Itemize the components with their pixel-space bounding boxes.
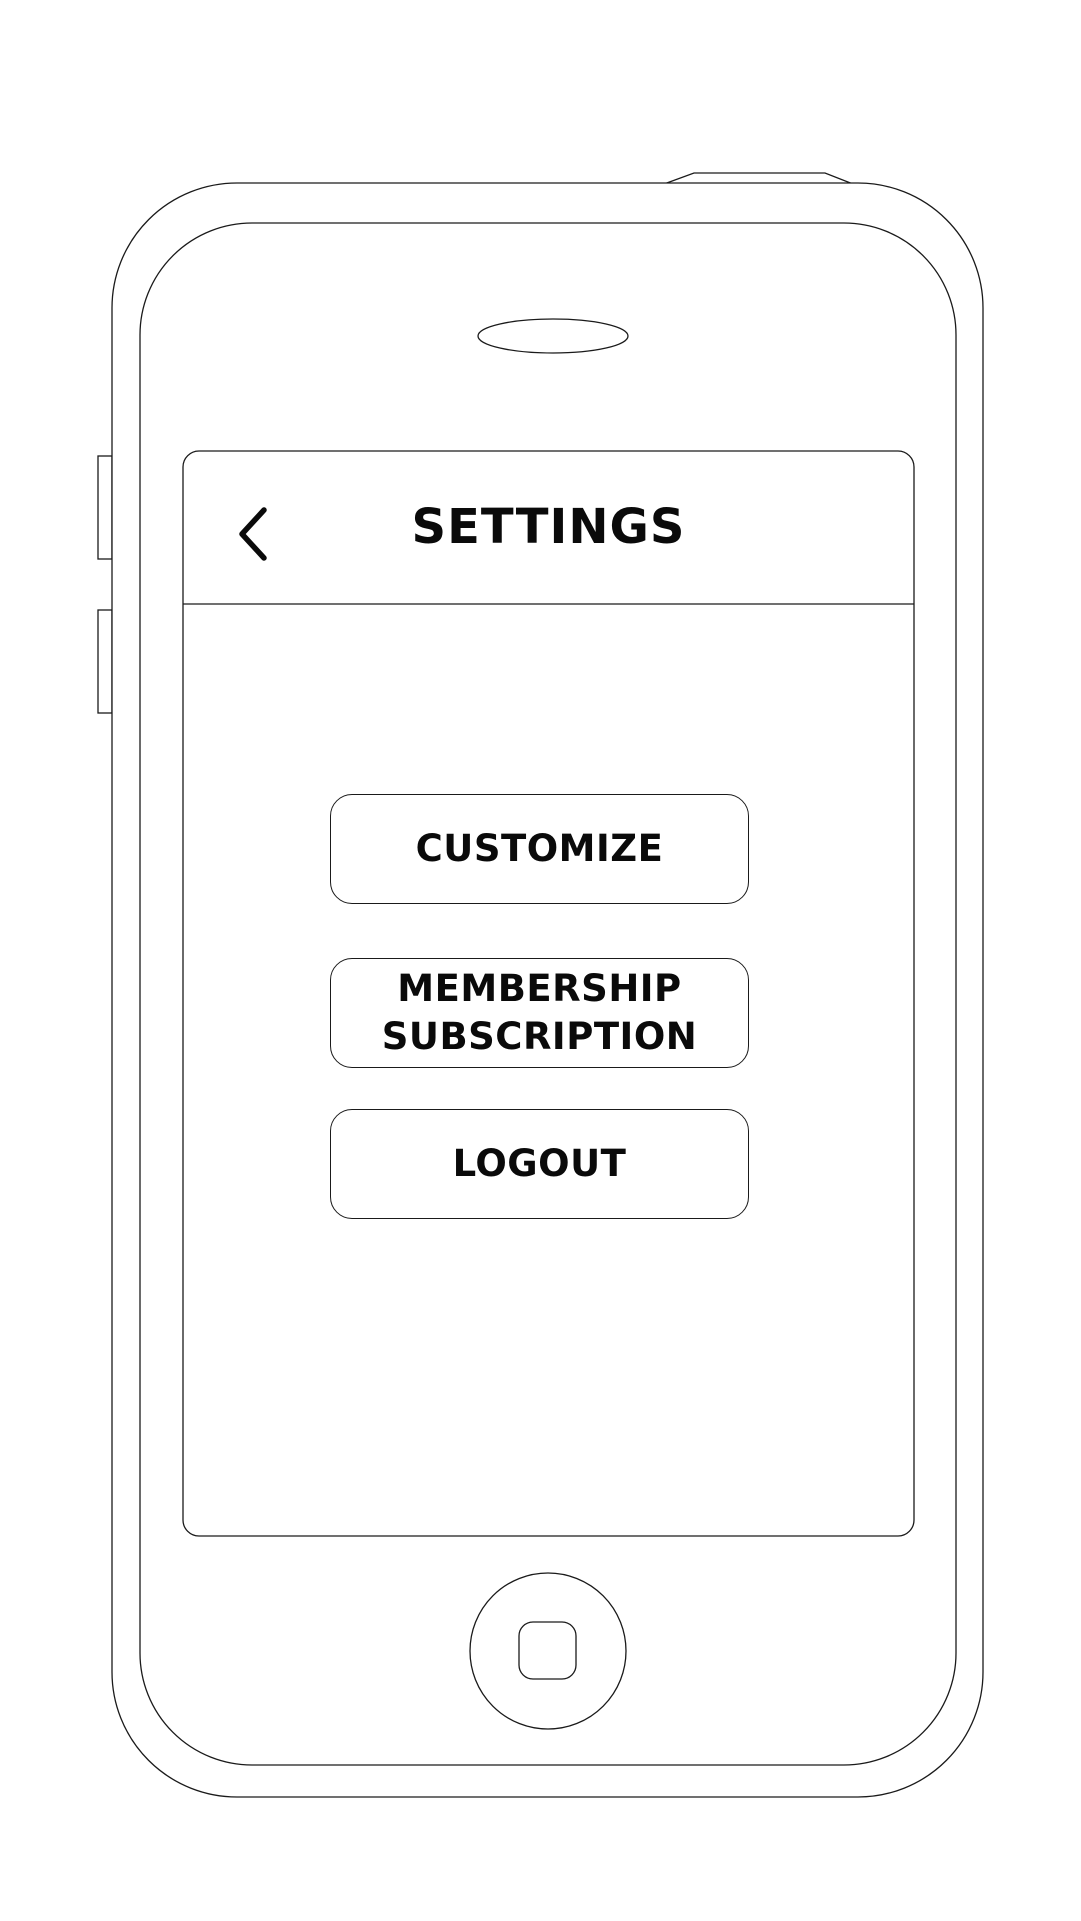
earpiece-slot	[477, 318, 629, 354]
home-button-ring	[469, 1572, 627, 1730]
wireframe-canvas: SETTINGS CUSTOMIZE MEMBERSHIP SUBSCRIPTI…	[0, 0, 1081, 1921]
settings-screen: SETTINGS CUSTOMIZE MEMBERSHIP SUBSCRIPTI…	[183, 451, 914, 1536]
membership-subscription-button[interactable]: MEMBERSHIP SUBSCRIPTION	[330, 958, 749, 1068]
power-button	[663, 172, 854, 185]
volume-down-button	[97, 609, 113, 714]
customize-button[interactable]: CUSTOMIZE	[330, 794, 749, 904]
home-button-icon	[518, 1621, 577, 1680]
logout-button[interactable]: LOGOUT	[330, 1109, 749, 1219]
navigation-bar: SETTINGS	[183, 451, 914, 604]
page-title: SETTINGS	[411, 499, 686, 555]
volume-up-button	[97, 455, 113, 560]
